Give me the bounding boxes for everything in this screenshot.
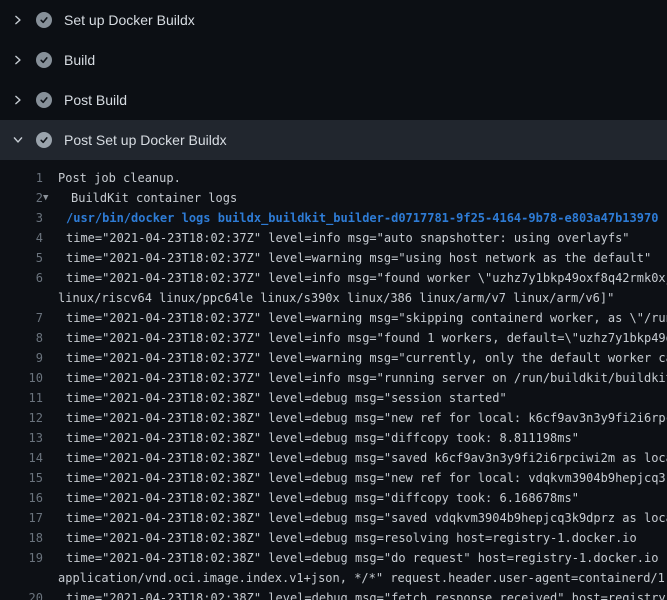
log-text: Post job cleanup.	[58, 168, 181, 188]
log-row: 10 time="2021-04-23T18:02:37Z" level=inf…	[0, 368, 667, 388]
line-number[interactable]: 20	[0, 588, 43, 600]
line-number[interactable]: 10	[0, 368, 43, 388]
log-text: time="2021-04-23T18:02:38Z" level=debug …	[66, 448, 667, 468]
chevron-icon	[11, 13, 25, 27]
line-number[interactable]: 3	[0, 208, 43, 228]
check-circle-icon	[36, 132, 52, 148]
log-row: 13 time="2021-04-23T18:02:38Z" level=deb…	[0, 428, 667, 448]
line-number[interactable]: 14	[0, 448, 43, 468]
line-number	[0, 288, 43, 308]
log-text: time="2021-04-23T18:02:37Z" level=info m…	[66, 368, 667, 388]
step-row-post-build[interactable]: Post Build	[0, 80, 667, 120]
log-text: time="2021-04-23T18:02:37Z" level=info m…	[66, 228, 630, 248]
steps-list: Set up Docker Buildx Build Post Build	[0, 0, 667, 160]
step-row-build[interactable]: Build	[0, 40, 667, 80]
log-row: application/vnd.oci.image.index.v1+json,…	[0, 568, 667, 588]
log-row: 3 /usr/bin/docker logs buildx_buildkit_b…	[0, 208, 667, 228]
log-text: /usr/bin/docker logs buildx_buildkit_bui…	[66, 208, 658, 228]
log-text: linux/riscv64 linux/ppc64le linux/s390x …	[58, 288, 614, 308]
log-text: time="2021-04-23T18:02:38Z" level=debug …	[66, 428, 579, 448]
log-text: time="2021-04-23T18:02:38Z" level=debug …	[66, 528, 637, 548]
log-row: 12 time="2021-04-23T18:02:38Z" level=deb…	[0, 408, 667, 428]
log-row: 20 time="2021-04-23T18:02:38Z" level=deb…	[0, 588, 667, 600]
log-text: time="2021-04-23T18:02:37Z" level=warnin…	[66, 308, 667, 328]
log-console: 1 Post job cleanup. 2 ▼ BuildKit containe…	[0, 160, 667, 600]
line-number[interactable]: 19	[0, 548, 43, 568]
log-row: 5 time="2021-04-23T18:02:37Z" level=warn…	[0, 248, 667, 268]
log-text: time="2021-04-23T18:02:37Z" level=warnin…	[66, 348, 667, 368]
log-row: 8 time="2021-04-23T18:02:37Z" level=info…	[0, 328, 667, 348]
line-number[interactable]: 13	[0, 428, 43, 448]
line-number[interactable]: 17	[0, 508, 43, 528]
line-number[interactable]: 15	[0, 468, 43, 488]
log-row: linux/riscv64 linux/ppc64le linux/s390x …	[0, 288, 667, 308]
log-text: time="2021-04-23T18:02:37Z" level=info m…	[66, 268, 667, 288]
line-number[interactable]: 2	[0, 188, 43, 208]
log-row: 11 time="2021-04-23T18:02:38Z" level=deb…	[0, 388, 667, 408]
line-number[interactable]: 18	[0, 528, 43, 548]
line-number[interactable]: 4	[0, 228, 43, 248]
log-row: 14 time="2021-04-23T18:02:38Z" level=deb…	[0, 448, 667, 468]
log-row: 2 ▼ BuildKit container logs	[0, 188, 667, 208]
log-row: 19 time="2021-04-23T18:02:38Z" level=deb…	[0, 548, 667, 568]
log-text: time="2021-04-23T18:02:38Z" level=debug …	[66, 548, 667, 568]
log-text: time="2021-04-23T18:02:38Z" level=debug …	[66, 388, 507, 408]
check-circle-icon	[36, 92, 52, 108]
workflow-log-viewer: Set up Docker Buildx Build Post Build	[0, 0, 667, 600]
line-number[interactable]: 7	[0, 308, 43, 328]
step-label: Post Set up Docker Buildx	[64, 132, 227, 148]
line-number[interactable]: 16	[0, 488, 43, 508]
check-circle-icon	[36, 52, 52, 68]
step-label: Set up Docker Buildx	[64, 12, 195, 28]
step-row-post-set-up-docker-buildx[interactable]: Post Set up Docker Buildx	[0, 120, 667, 160]
log-row: 9 time="2021-04-23T18:02:37Z" level=warn…	[0, 348, 667, 368]
chevron-icon	[11, 93, 25, 107]
log-row: 4 time="2021-04-23T18:02:37Z" level=info…	[0, 228, 667, 248]
chevron-icon	[11, 133, 25, 147]
log-text: time="2021-04-23T18:02:38Z" level=debug …	[66, 488, 579, 508]
line-number	[0, 568, 43, 588]
log-row: 16 time="2021-04-23T18:02:38Z" level=deb…	[0, 488, 667, 508]
line-number[interactable]: 11	[0, 388, 43, 408]
step-label: Build	[64, 52, 95, 68]
log-row: 6 time="2021-04-23T18:02:37Z" level=info…	[0, 268, 667, 288]
line-number[interactable]: 6	[0, 268, 43, 288]
log-row: 7 time="2021-04-23T18:02:37Z" level=warn…	[0, 308, 667, 328]
log-row: 17 time="2021-04-23T18:02:38Z" level=deb…	[0, 508, 667, 528]
group-collapse-triangle-icon[interactable]: ▼	[43, 188, 56, 208]
line-number[interactable]: 12	[0, 408, 43, 428]
step-label: Post Build	[64, 92, 127, 108]
check-circle-icon	[36, 12, 52, 28]
log-text: time="2021-04-23T18:02:38Z" level=debug …	[66, 408, 667, 428]
line-number[interactable]: 1	[0, 168, 43, 188]
log-text: time="2021-04-23T18:02:38Z" level=debug …	[66, 588, 667, 600]
log-row: 15 time="2021-04-23T18:02:38Z" level=deb…	[0, 468, 667, 488]
log-row: 18 time="2021-04-23T18:02:38Z" level=deb…	[0, 528, 667, 548]
line-number[interactable]: 9	[0, 348, 43, 368]
log-row: 1 Post job cleanup.	[0, 168, 667, 188]
log-text: time="2021-04-23T18:02:37Z" level=info m…	[66, 328, 667, 348]
log-text: time="2021-04-23T18:02:38Z" level=debug …	[66, 508, 667, 528]
log-text: time="2021-04-23T18:02:37Z" level=warnin…	[66, 248, 651, 268]
line-number[interactable]: 8	[0, 328, 43, 348]
chevron-icon	[11, 53, 25, 67]
log-text: time="2021-04-23T18:02:38Z" level=debug …	[66, 468, 667, 488]
log-text[interactable]: BuildKit container logs	[71, 188, 237, 208]
log-text: application/vnd.oci.image.index.v1+json,…	[58, 568, 667, 588]
step-row-set-up-docker-buildx[interactable]: Set up Docker Buildx	[0, 0, 667, 40]
line-number[interactable]: 5	[0, 248, 43, 268]
